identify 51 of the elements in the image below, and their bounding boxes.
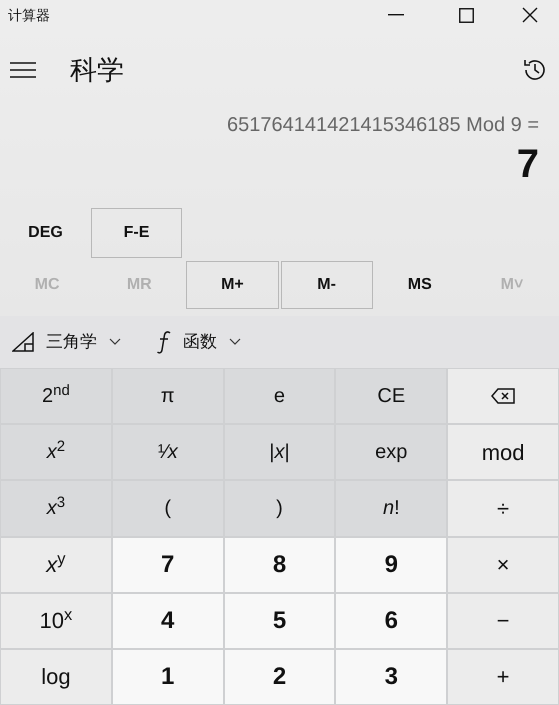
calculator-key[interactable]: x$^{2}$ — [1, 425, 111, 480]
calculator-key[interactable]: 10$^{x}$ — [1, 594, 111, 648]
menu-icon — [10, 61, 36, 79]
history-icon — [522, 57, 548, 83]
calculator-key[interactable]: ) — [224, 481, 334, 536]
calculator-key[interactable]: 8 — [224, 538, 334, 592]
triangle-ruler-icon — [12, 332, 34, 352]
calculator-key[interactable]: π — [112, 369, 223, 424]
calculator-key[interactable]: 7 — [112, 538, 223, 592]
dropdown-button[interactable]: 三角学 — [12, 322, 121, 362]
backspace-icon — [491, 388, 516, 404]
calculator-key[interactable]: mod — [448, 425, 558, 480]
window-title: 计算器 — [7, 6, 51, 24]
chevron-down-icon — [229, 338, 241, 346]
calculator-key[interactable]: ¹⁄x — [112, 425, 223, 480]
mode-button[interactable]: F-E — [91, 208, 182, 258]
calculator-key[interactable]: 2$^{nd}$ — [1, 369, 111, 424]
memory-button[interactable]: MS — [374, 261, 465, 309]
calculator-key[interactable]: |x| — [224, 425, 334, 480]
calculator-key[interactable]: CE — [336, 369, 446, 424]
memory-button[interactable]: M- — [280, 261, 373, 309]
dropdown-button[interactable]: 函数 — [157, 322, 241, 362]
expression-text: 651764141421415346185 Mod 9 = — [227, 113, 539, 138]
calculator-key[interactable]: 3 — [336, 650, 446, 704]
mode-button[interactable]: DEG — [0, 208, 91, 258]
result-text: 7 — [516, 144, 539, 184]
calculator-key[interactable]: 1 — [112, 650, 223, 704]
calculator-key[interactable]: + — [448, 650, 558, 704]
maximize-icon — [458, 8, 474, 22]
calculator-key[interactable]: ÷ — [448, 481, 558, 536]
calculator-key[interactable]: 6 — [336, 594, 446, 648]
calculator-key[interactable]: e — [224, 369, 334, 424]
minimize-icon — [388, 14, 404, 16]
calculator-key[interactable]: x$^{y}$ — [1, 538, 111, 592]
chevron-down-icon — [109, 338, 121, 346]
close-icon — [522, 7, 538, 23]
calculator-key[interactable]: n! — [336, 481, 446, 536]
memory-button[interactable]: M+ — [186, 261, 279, 309]
calculator-key[interactable]: 4 — [112, 594, 223, 648]
calculator-key[interactable]: x$^{3}$ — [1, 481, 111, 536]
calculator-key[interactable]: − — [448, 594, 558, 648]
backspace-button[interactable] — [448, 369, 558, 424]
calculator-key[interactable]: exp — [336, 425, 446, 480]
calculator-key[interactable]: 9 — [336, 538, 446, 592]
function-icon — [157, 330, 171, 354]
calculator-key[interactable]: ( — [112, 481, 223, 536]
calculator-key[interactable]: log — [1, 650, 111, 704]
calculator-key[interactable]: × — [448, 538, 558, 592]
calculator-key[interactable]: 2 — [224, 650, 334, 704]
mode-title: 科学 — [70, 54, 125, 87]
calculator-key[interactable]: 5 — [224, 594, 334, 648]
